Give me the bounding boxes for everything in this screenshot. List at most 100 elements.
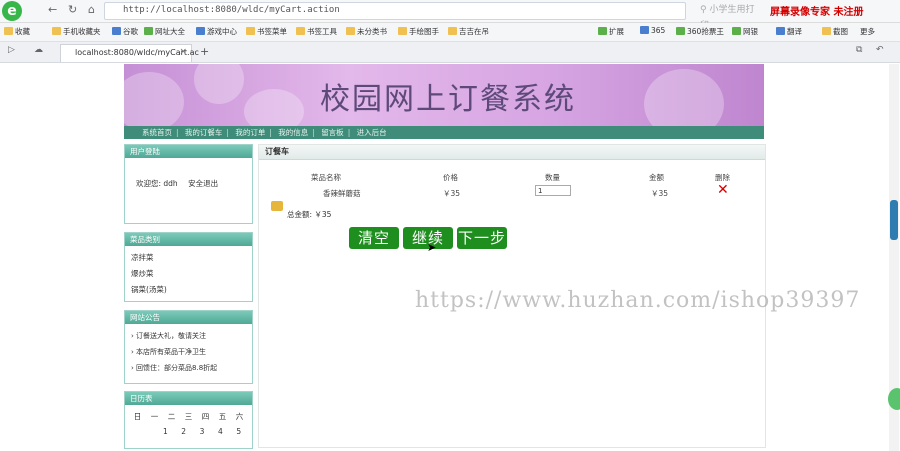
news-item[interactable]: › 订餐送大礼，敬请关注 bbox=[131, 328, 246, 344]
nav-guestbook[interactable]: 留言板 bbox=[321, 128, 344, 137]
news-item[interactable]: › 本店所有菜品干净卫生 bbox=[131, 344, 246, 360]
scissors-icon bbox=[822, 27, 831, 35]
item-amount: ￥35 bbox=[651, 189, 669, 198]
bookmark-item[interactable]: 网址大全 bbox=[144, 26, 185, 37]
restore-icon[interactable]: ⧉ bbox=[856, 45, 862, 55]
url-watermark: https://www.huzhan.com/ishop39397 bbox=[415, 288, 861, 313]
col-header-name: 菜品名称 bbox=[311, 173, 341, 182]
extensions-menu[interactable]: 扩展 bbox=[598, 26, 624, 37]
category-panel: 菜品类别 凉拌菜 爆炒菜 锅菜(汤菜) bbox=[124, 232, 253, 302]
home-button-icon[interactable]: ⌂ bbox=[88, 3, 95, 16]
nav-profile[interactable]: 我的信息 bbox=[278, 128, 308, 137]
site-icon bbox=[144, 27, 153, 35]
bookmark-item[interactable]: 书签工具 bbox=[296, 26, 337, 37]
bank-icon bbox=[732, 27, 741, 35]
extension-icon bbox=[598, 27, 607, 35]
calendar-day[interactable]: 1 bbox=[163, 424, 168, 439]
address-bar-text: http://localhost:8080/wldc/myCart.action bbox=[123, 5, 340, 15]
cloud-icon[interactable]: ☁ bbox=[34, 45, 43, 55]
col-header-qty: 数量 bbox=[545, 173, 560, 182]
clear-button[interactable]: 清空 bbox=[349, 227, 399, 249]
site-banner: 校园网上订餐系统 bbox=[124, 64, 764, 126]
panel-title: 菜品类别 bbox=[125, 233, 252, 246]
nav-admin[interactable]: 进入后台 bbox=[357, 128, 387, 137]
calendar-day[interactable]: 5 bbox=[236, 424, 241, 439]
banner-decoration bbox=[244, 89, 304, 126]
sidebar-toggle-icon[interactable]: ▷ bbox=[8, 45, 15, 55]
bookmark-item[interactable]: 吉吉在吊 bbox=[448, 26, 489, 37]
toolbar-item[interactable]: 365 bbox=[640, 26, 665, 35]
close-icon[interactable]: × bbox=[179, 47, 187, 57]
bookmark-item[interactable]: 游戏中心 bbox=[196, 26, 237, 37]
toolbar-item[interactable]: 截图 bbox=[822, 26, 848, 37]
total-amount: 总金额: ￥35 bbox=[287, 210, 332, 219]
site-title: 校园网上订餐系统 bbox=[320, 82, 576, 117]
calendar-panel: 日历表 日一 二三 四五 六 1 2 3 4 5 bbox=[124, 391, 253, 449]
nav-cart[interactable]: 我的订餐车 bbox=[185, 128, 223, 137]
next-step-button[interactable]: 下一步 bbox=[457, 227, 507, 249]
bookmark-item[interactable]: 谷歌 bbox=[112, 26, 138, 37]
site-icon bbox=[196, 27, 205, 35]
tab-strip: ▷ ☁ localhost:8080/wldc/myCart.ac × + ⧉ … bbox=[0, 42, 900, 63]
toolbar-item[interactable]: 网银 bbox=[732, 26, 758, 37]
logout-link[interactable]: 安全退出 bbox=[188, 179, 218, 188]
news-item[interactable]: › 回馈住：部分菜品8.8折起 bbox=[131, 360, 246, 376]
category-item[interactable]: 锅菜(汤菜) bbox=[131, 282, 246, 298]
tab-mycart[interactable]: localhost:8080/wldc/myCart.ac × bbox=[60, 44, 199, 62]
item-name: 香辣鲜蘑菇 bbox=[323, 189, 361, 198]
panel-title: 网站公告 bbox=[125, 311, 252, 324]
cart-title: 订餐车 bbox=[259, 145, 765, 160]
mouse-cursor-icon: ➤ bbox=[427, 241, 437, 254]
bookmark-item[interactable]: 未分类书 bbox=[346, 26, 387, 37]
toolbar-item[interactable]: 翻译 bbox=[776, 26, 802, 37]
calendar-day[interactable]: 4 bbox=[218, 424, 223, 439]
col-header-amount: 金额 bbox=[649, 173, 664, 182]
folder-icon bbox=[52, 27, 61, 35]
news-panel: 网站公告 › 订餐送大礼，敬请关注 › 本店所有菜品干净卫生 › 回馈住：部分菜… bbox=[124, 310, 253, 384]
nav-home[interactable]: 系统首页 bbox=[142, 128, 172, 137]
translate-icon bbox=[776, 27, 785, 35]
item-price: ￥35 bbox=[443, 189, 461, 198]
bookmark-item[interactable]: 书签菜单 bbox=[246, 26, 287, 37]
cart-icon bbox=[271, 201, 283, 211]
quantity-input[interactable]: 1 bbox=[535, 185, 571, 196]
scroll-thumb[interactable] bbox=[890, 200, 898, 240]
banner-decoration bbox=[124, 72, 184, 126]
folder-icon bbox=[296, 27, 305, 35]
nav-orders[interactable]: 我的订单 bbox=[235, 128, 265, 137]
calendar-weekdays: 日一 二三 四五 六 bbox=[133, 412, 244, 421]
site-icon bbox=[112, 27, 121, 35]
bookmark-item[interactable]: 手绘图手 bbox=[398, 26, 439, 37]
panel-title: 日历表 bbox=[125, 392, 252, 405]
reload-button-icon[interactable]: ↻ bbox=[68, 3, 77, 16]
floating-widget-icon[interactable] bbox=[888, 388, 900, 410]
panel-title: 用户登陆 bbox=[125, 145, 252, 158]
ticket-icon bbox=[676, 27, 685, 35]
bookmarks-bar: 收藏 手机收藏夹 谷歌 网址大全 游戏中心 书签菜单 书签工具 未分类书 手绘图… bbox=[0, 23, 900, 42]
folder-icon bbox=[346, 27, 355, 35]
undo-close-icon[interactable]: ↶ bbox=[876, 45, 884, 55]
folder-icon bbox=[246, 27, 255, 35]
search-box[interactable]: ⚲ 小学生用打印... bbox=[700, 2, 768, 31]
toolbar-item[interactable]: 360抢票王 bbox=[676, 26, 724, 37]
bookmark-item[interactable]: 收藏 bbox=[4, 26, 30, 37]
more-menu[interactable]: 更多 bbox=[860, 26, 875, 37]
calendar-day[interactable]: 3 bbox=[200, 424, 205, 439]
col-header-price: 价格 bbox=[443, 173, 458, 182]
main-nav: 系统首页 | 我的订餐车 | 我的订单 | 我的信息 | 留言板 | 进入后台 bbox=[124, 126, 764, 139]
back-button-icon[interactable]: ← bbox=[48, 3, 57, 16]
search-icon: ⚲ bbox=[700, 5, 707, 15]
new-tab-icon[interactable]: + bbox=[200, 45, 209, 58]
bookmark-item[interactable]: 手机收藏夹 bbox=[52, 26, 101, 37]
category-item[interactable]: 凉拌菜 bbox=[131, 250, 246, 266]
page-icon bbox=[398, 27, 407, 35]
calendar-day[interactable]: 2 bbox=[181, 424, 186, 439]
welcome-text: 欢迎您: ddh bbox=[136, 179, 178, 188]
banner-decoration bbox=[644, 69, 724, 126]
calendar-days: 1 2 3 4 5 bbox=[129, 424, 248, 439]
folder-icon bbox=[4, 27, 13, 35]
address-bar[interactable]: http://localhost:8080/wldc/myCart.action bbox=[104, 2, 686, 20]
delete-icon[interactable]: ✕ bbox=[717, 182, 729, 198]
recorder-watermark: 屏幕录像专家 未注册 bbox=[770, 7, 864, 18]
category-item[interactable]: 爆炒菜 bbox=[131, 266, 246, 282]
